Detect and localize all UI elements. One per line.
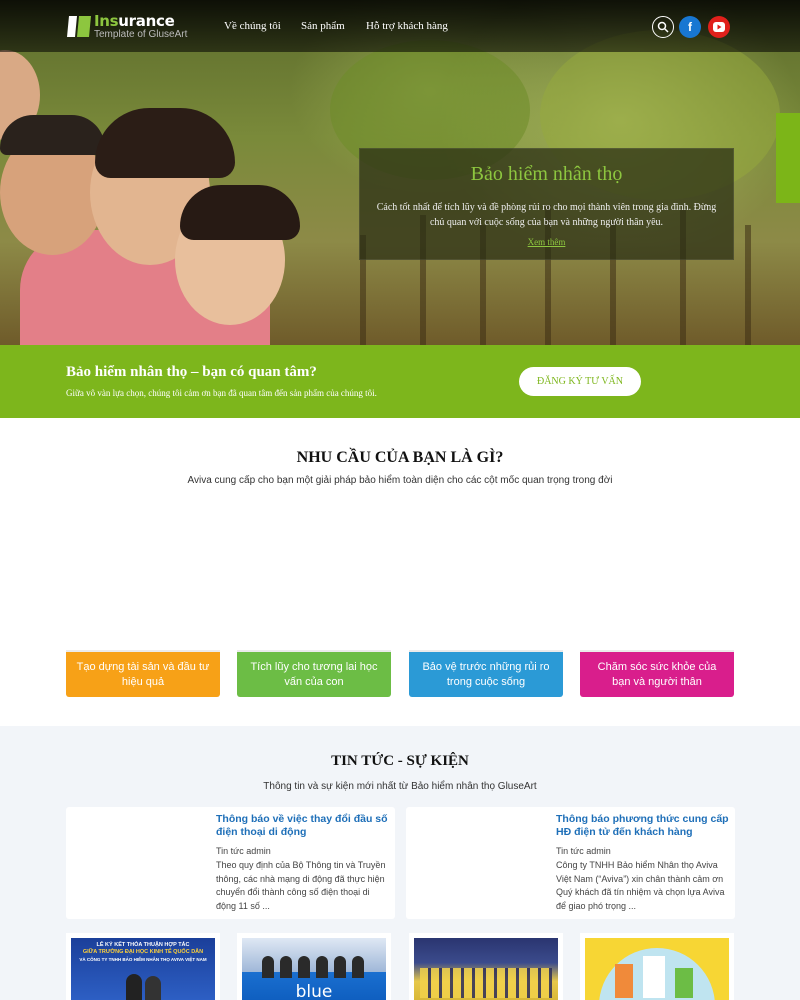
- need-card-label: Chăm sóc sức khỏe của bạn và người thân: [597, 660, 717, 688]
- news-title: TIN TỨC - SỰ KIỆN: [331, 753, 469, 769]
- news-photo[interactable]: blue: [237, 933, 391, 1000]
- hero-tree: [745, 225, 751, 345]
- cta-text: Giữa vô vàn lựa chọn, chúng tôi cảm ơn b…: [66, 388, 377, 398]
- nav-item-support[interactable]: Hỗ trợ khách hàng: [366, 20, 448, 32]
- need-card-protection[interactable]: Bảo vệ trước những rủi ro trong cuộc sốn…: [409, 650, 563, 697]
- news-card[interactable]: Thông báo về việc thay đổi đầu số điện t…: [66, 807, 395, 919]
- news-card-title[interactable]: Thông báo về việc thay đổi đầu số điện t…: [216, 813, 390, 839]
- photo-caption: LỄ KÝ KẾT THỎA THUẬN HỢP TÁC GIỮA TRƯỜNG…: [79, 942, 207, 962]
- news-thumbnail[interactable]: [74, 815, 206, 911]
- news-card-excerpt: Công ty TNHH Bảo hiểm Nhân thọ Aviva Việ…: [556, 860, 725, 911]
- cta-title: Bảo hiểm nhân thọ – bạn có quan tâm?: [66, 364, 317, 380]
- news-thumbnail[interactable]: [414, 815, 546, 911]
- conference-image: blue: [242, 938, 386, 1000]
- news-photo[interactable]: [409, 933, 563, 1000]
- logo-subtitle: Template of GluseArt: [94, 29, 188, 40]
- top-navbar: Insurance Template of GluseArt Về chúng …: [0, 0, 800, 52]
- news-card-meta: Tin tức admin: [556, 846, 611, 856]
- search-icon[interactable]: [652, 16, 674, 38]
- news-card-meta: Tin tức admin: [216, 846, 271, 856]
- need-card-wealth[interactable]: Tạo dựng tài sản và đầu tư hiệu quả: [66, 650, 220, 697]
- hero-title: Bảo hiểm nhân thọ: [470, 163, 623, 185]
- illustration-image: [585, 938, 729, 1000]
- team-event-image: [414, 938, 558, 1000]
- needs-subtitle: Aviva cung cấp cho bạn một giải pháp bảo…: [187, 475, 613, 486]
- hero-info-box: Bảo hiểm nhân thọ Cách tốt nhất để tích …: [359, 148, 734, 260]
- photo-caption: blue: [295, 982, 333, 1000]
- need-card-health[interactable]: Chăm sóc sức khỏe của bạn và người thân: [580, 650, 734, 697]
- news-photo[interactable]: LỄ KÝ KẾT THỎA THUẬN HỢP TÁC GIỮA TRƯỜNG…: [66, 933, 220, 1000]
- register-consult-button[interactable]: ĐĂNG KÝ TƯ VẤN: [519, 367, 641, 396]
- news-card[interactable]: Thông báo phương thức cung cấp HĐ điện t…: [406, 807, 735, 919]
- news-card-title[interactable]: Thông báo phương thức cung cấp HĐ điện t…: [556, 813, 730, 839]
- need-card-education[interactable]: Tích lũy cho tương lai học vấn của con: [237, 650, 391, 697]
- hero-hair: [95, 108, 235, 178]
- news-photo[interactable]: [580, 933, 734, 1000]
- need-card-label: Tích lũy cho tương lai học vấn của con: [250, 660, 378, 688]
- logo-mark: [67, 16, 91, 37]
- nav-item-about[interactable]: Về chúng tôi: [224, 20, 281, 32]
- cta-band: Bảo hiểm nhân thọ – bạn có quan tâm? Giữ…: [0, 345, 800, 418]
- hero-hair: [180, 185, 300, 240]
- hero-text: Cách tốt nhất để tích lũy và đề phòng rủ…: [376, 202, 717, 228]
- needs-title: NHU CẦU CỦA BẠN LÀ GÌ?: [296, 449, 504, 466]
- side-tab[interactable]: [776, 113, 800, 203]
- need-card-label: Bảo vệ trước những rủi ro trong cuộc sốn…: [422, 660, 550, 688]
- hero-more-link[interactable]: Xem thêm: [528, 237, 566, 247]
- logo[interactable]: Insurance Template of GluseArt: [66, 11, 187, 41]
- facebook-icon[interactable]: f: [679, 16, 701, 38]
- logo-title: Insurance: [94, 12, 175, 30]
- hero-hair: [0, 115, 105, 155]
- youtube-icon[interactable]: [708, 16, 730, 38]
- need-card-label: Tạo dựng tài sản và đầu tư hiệu quả: [76, 660, 210, 688]
- news-subtitle: Thông tin và sự kiện mới nhất từ Bảo hiể…: [263, 781, 537, 792]
- news-card-excerpt: Theo quy định của Bộ Thông tin và Truyền…: [216, 860, 386, 911]
- nav-item-products[interactable]: Sản phẩm: [301, 20, 345, 32]
- signing-ceremony-image: LỄ KÝ KẾT THỎA THUẬN HỢP TÁC GIỮA TRƯỜNG…: [71, 938, 215, 1000]
